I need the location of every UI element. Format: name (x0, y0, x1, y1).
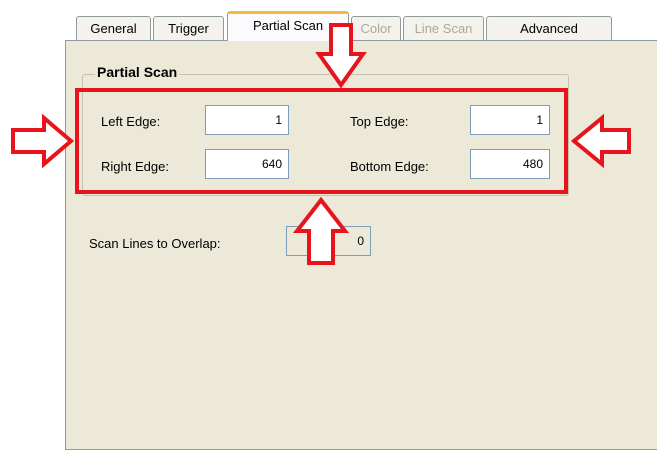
annotation-overlay (11, 23, 631, 265)
arrow-up-icon (292, 196, 350, 265)
arrow-left-icon (570, 113, 631, 169)
arrow-down-icon (315, 23, 367, 89)
arrow-right-icon (11, 113, 75, 169)
